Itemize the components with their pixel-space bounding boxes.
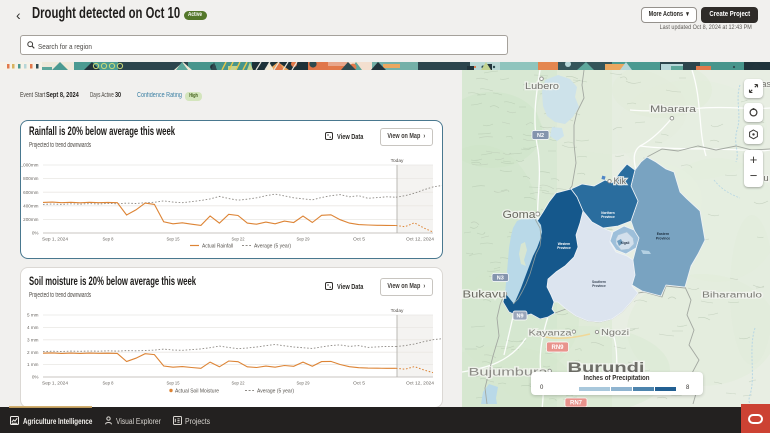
svg-text:Lubero: Lubero — [525, 81, 559, 91]
svg-text:0%: 0% — [32, 231, 39, 236]
svg-text:Average (5 year): Average (5 year) — [257, 389, 294, 395]
svg-text:Province: Province — [557, 246, 571, 250]
svg-text:Average (5 year): Average (5 year) — [254, 244, 291, 250]
svg-text:N2: N2 — [537, 133, 544, 139]
svg-text:800mm: 800mm — [23, 176, 38, 181]
svg-text:Sep 8: Sep 8 — [103, 237, 114, 243]
svg-text:4 mm: 4 mm — [27, 325, 39, 330]
svg-text:Kigali: Kigali — [621, 241, 630, 245]
svg-text:RN9: RN9 — [551, 345, 564, 351]
svg-text:RN7: RN7 — [570, 400, 583, 406]
svg-text:400mm: 400mm — [23, 203, 38, 208]
svg-text:Actual Rainfall: Actual Rainfall — [202, 244, 233, 250]
svg-text:Biharamulo: Biharamulo — [702, 291, 763, 300]
svg-text:Sep 29: Sep 29 — [297, 237, 310, 243]
svg-text:Eastern: Eastern — [657, 232, 669, 236]
svg-text:Sep 8: Sep 8 — [103, 381, 114, 387]
svg-text:3 mm: 3 mm — [27, 337, 39, 342]
svg-text:5 mm: 5 mm — [27, 313, 39, 318]
svg-text:200mm: 200mm — [23, 217, 38, 222]
svg-text:Oct 12, 2024: Oct 12, 2024 — [406, 381, 434, 387]
svg-text:N9: N9 — [516, 313, 523, 319]
svg-text:1 mm: 1 mm — [27, 362, 39, 367]
svg-text:Goma: Goma — [503, 209, 537, 221]
svg-text:Bukavu: Bukavu — [463, 289, 506, 301]
svg-text:2 mm: 2 mm — [27, 350, 39, 355]
svg-text:Actual Soil Moisture: Actual Soil Moisture — [175, 389, 219, 395]
svg-text:Sep 15: Sep 15 — [167, 381, 180, 387]
svg-text:Sep 1, 2024: Sep 1, 2024 — [42, 381, 68, 387]
svg-text:Province: Province — [592, 284, 606, 288]
svg-text:Today: Today — [391, 308, 404, 314]
svg-text:600mm: 600mm — [23, 190, 38, 195]
svg-text:N3: N3 — [497, 275, 504, 281]
svg-text:Province: Province — [656, 237, 670, 241]
svg-text:Province: Province — [601, 215, 615, 219]
svg-text:Sep 1, 2024: Sep 1, 2024 — [42, 237, 68, 243]
svg-text:Kayanza: Kayanza — [529, 328, 572, 338]
svg-text:Sep 22: Sep 22 — [232, 381, 245, 387]
svg-text:Kik: Kik — [614, 176, 627, 186]
svg-text:0%: 0% — [32, 375, 39, 380]
svg-text:Sep 22: Sep 22 — [232, 237, 245, 243]
svg-text:Sep 15: Sep 15 — [167, 237, 180, 243]
svg-text:Today: Today — [391, 158, 404, 164]
svg-text:Mbarara: Mbarara — [650, 104, 696, 114]
svg-text:1,000mm: 1,000mm — [21, 163, 39, 168]
svg-text:Oct 5: Oct 5 — [353, 237, 365, 243]
svg-text:Oct 12, 2024: Oct 12, 2024 — [406, 237, 434, 243]
svg-text:Sep 29: Sep 29 — [297, 381, 310, 387]
svg-text:Oct 5: Oct 5 — [353, 381, 365, 387]
svg-text:Ngozi: Ngozi — [601, 327, 629, 337]
